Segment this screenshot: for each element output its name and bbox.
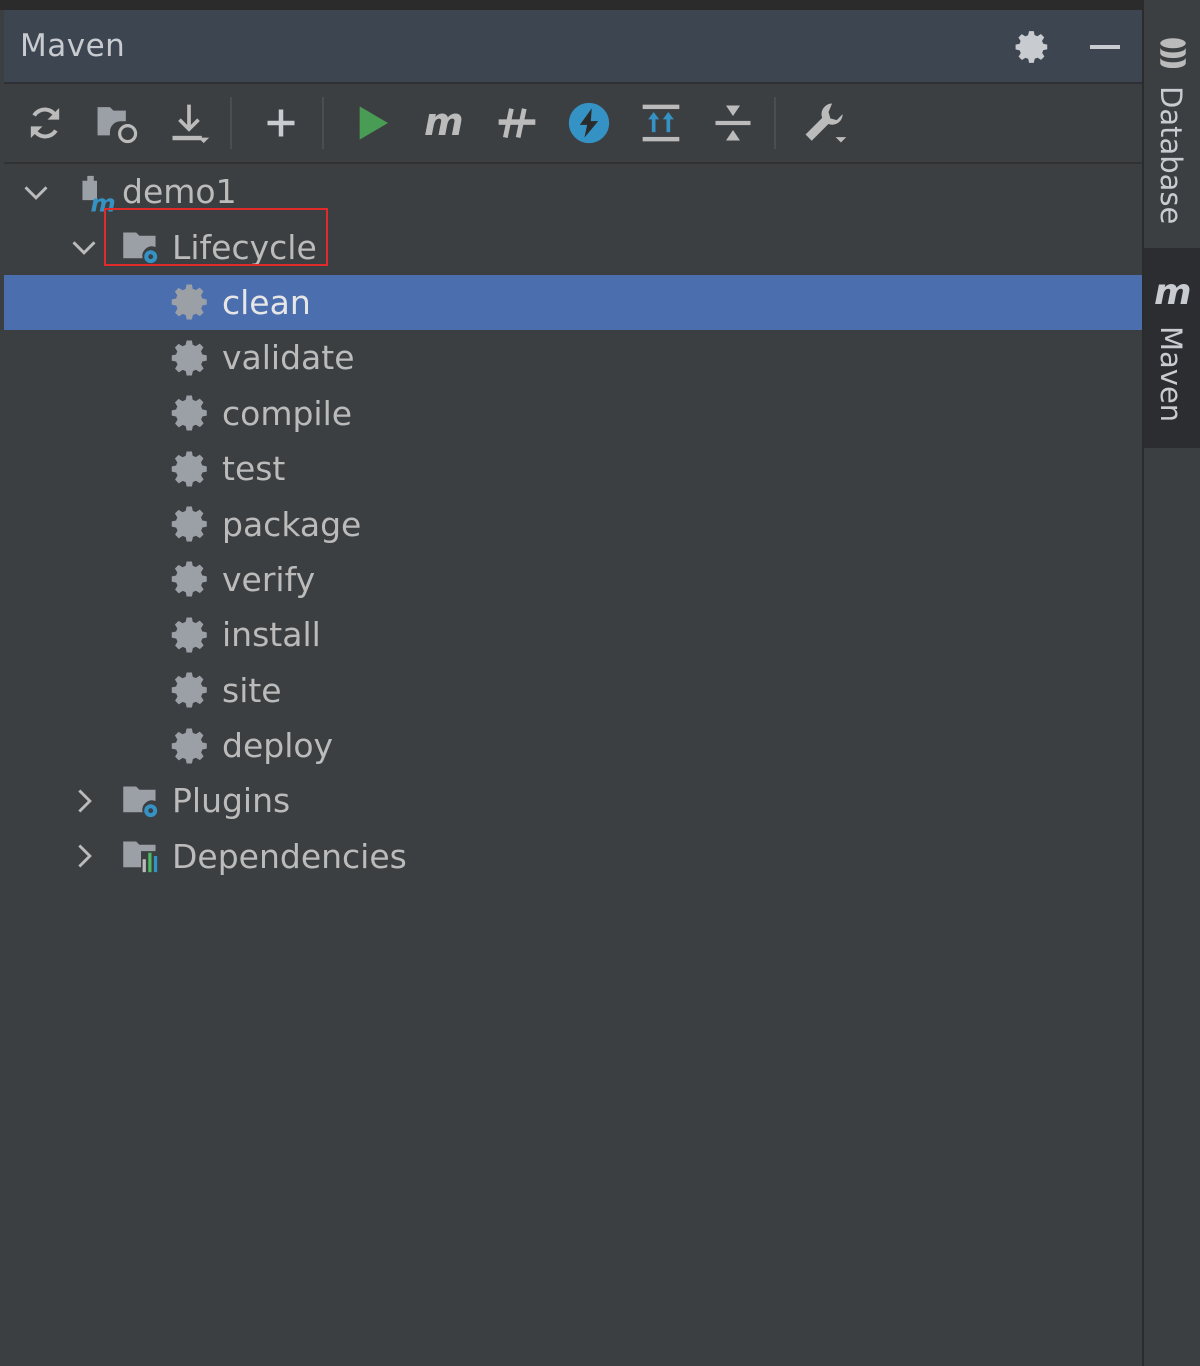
reload-icon [30,107,60,139]
gear-icon [171,728,207,764]
collapse-all-button[interactable] [710,100,756,146]
wrench-icon [805,103,847,143]
gear-icon [171,340,207,376]
goal-label: validate [222,338,355,378]
collapse-all-icon [715,105,751,141]
database-icon [1160,38,1186,69]
skip-tests-button[interactable] [566,100,612,146]
tree-node-plugins[interactable]: Plugins [4,773,1142,828]
chevron-down-icon[interactable] [22,178,50,206]
maven-toolbar: m [4,84,1142,164]
side-tab-label: Maven [1154,326,1188,423]
tool-window-header: Maven [4,10,1142,84]
add-icon [267,109,295,137]
goal-label: verify [222,559,316,599]
side-tab-label: Database [1154,86,1188,225]
plugins-folder-icon [123,786,158,818]
maven-icon: m [1154,272,1192,312]
gear-icon[interactable] [1014,28,1052,66]
toolbar-separator [774,97,776,149]
svg-text:m: m [1154,272,1192,312]
tree-node-goal-test[interactable]: test [4,441,1142,496]
execute-goal-button[interactable]: m [422,100,468,146]
tree-node-goal-validate[interactable]: validate [4,330,1142,385]
tree-node-dependencies[interactable]: Dependencies [4,829,1142,884]
chevron-down-icon[interactable] [70,233,98,261]
maven-settings-button[interactable] [802,100,848,146]
show-dependencies-button[interactable] [638,100,684,146]
maven-module-icon: m [82,175,116,213]
goal-label: package [222,504,362,544]
svg-text:m: m [91,189,116,213]
maven-project-tree: m demo1 Lifecycle clean validate compile… [4,164,1142,884]
gear-icon [171,617,207,653]
download-button[interactable] [166,100,212,146]
toggle-offline-icon [498,108,536,138]
tree-node-goal-site[interactable]: site [4,663,1142,718]
tree-node-goal-package[interactable]: package [4,496,1142,551]
chevron-right-icon[interactable] [70,842,98,870]
side-tab-database[interactable]: Database [1144,24,1200,234]
add-project-button[interactable] [258,100,304,146]
goal-label: site [222,670,282,710]
toolbar-separator [322,97,324,149]
gear-icon [171,395,207,431]
generate-sources-button[interactable] [94,100,140,146]
gear-icon [171,451,207,487]
tree-node-goal-verify[interactable]: verify [4,552,1142,607]
maven-m-icon: m [424,103,464,143]
run-icon [359,106,388,140]
tree-node-goal-compile[interactable]: compile [4,386,1142,441]
dependencies-label: Dependencies [172,836,407,876]
svg-text:m: m [424,103,464,143]
goal-label: clean [222,282,311,322]
tree-node-goal-deploy[interactable]: deploy [4,718,1142,773]
tree-node-goal-install[interactable]: install [4,607,1142,662]
goal-label: install [222,615,321,655]
chevron-right-icon[interactable] [70,787,98,815]
side-tab-maven[interactable]: m Maven [1144,248,1200,448]
lifecycle-label: Lifecycle [172,227,317,267]
reload-button[interactable] [22,100,68,146]
run-button[interactable] [350,100,396,146]
gear-icon [171,561,207,597]
gear-icon [171,506,207,542]
gear-icon [171,284,207,320]
tree-node-project[interactable]: m demo1 [4,164,1142,219]
goal-label: test [222,449,286,489]
goal-label: compile [222,393,353,433]
tree-node-goal-clean[interactable]: clean [4,274,1142,331]
right-tool-strip: Database m Maven [1142,0,1200,1366]
plugins-label: Plugins [172,781,291,821]
minimize-icon[interactable] [1088,32,1122,62]
maven-tool-window: Maven m m demo1 Lifecycle clean validate… [4,10,1142,1366]
download-icon [172,104,210,144]
goal-label: deploy [222,726,334,766]
expand-all-icon [642,104,680,142]
toggle-offline-button[interactable] [494,100,540,146]
gear-icon [171,672,207,708]
tool-window-title: Maven [20,28,126,64]
dependencies-folder-icon [123,841,158,873]
window-top-edge [0,0,1200,10]
tree-node-lifecycle[interactable]: Lifecycle [4,219,1142,274]
toolbar-separator [230,97,232,149]
project-label: demo1 [122,172,237,212]
generate-sources-icon [97,107,138,144]
lifecycle-folder-icon [123,232,158,264]
lightning-icon [568,102,610,144]
